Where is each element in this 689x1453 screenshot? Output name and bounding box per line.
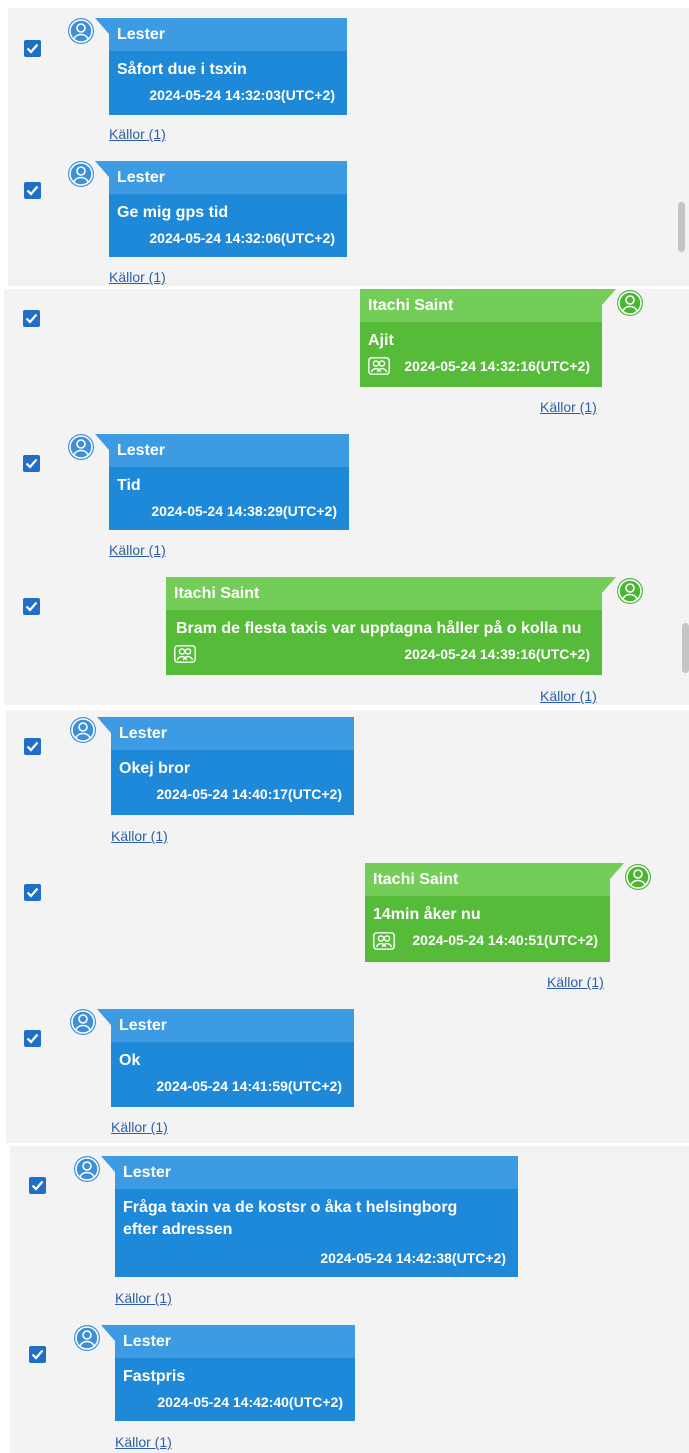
message-checkbox[interactable] (23, 310, 40, 327)
message-sender: Itachi Saint (360, 289, 616, 322)
user-avatar-icon (625, 864, 651, 890)
message-timestamp: 2024-05-24 14:42:38(UTC+2) (320, 1250, 506, 1266)
message-bubble: Lester Såfort due i tsxin 2024-05-24 14:… (95, 18, 347, 115)
message-sender: Lester (101, 1156, 518, 1189)
message-bubble: Lester Okej bror 2024-05-24 14:40:17(UTC… (97, 717, 354, 815)
message-sender: Lester (95, 18, 347, 51)
message-bubble: Lester Tid 2024-05-24 14:38:29(UTC+2) (95, 434, 349, 530)
sources-link[interactable]: Källor (1) (109, 542, 166, 558)
message-text: Tid (117, 477, 141, 494)
user-avatar-icon (68, 161, 94, 187)
user-avatar-icon (617, 290, 643, 316)
message-text: 14min åker nu (373, 906, 481, 923)
message-checkbox[interactable] (29, 1177, 46, 1194)
group-icon (368, 357, 390, 380)
message-text: Ge mig gps tid (117, 204, 229, 221)
message-text: Såfort due i tsxin (117, 61, 247, 78)
user-avatar-icon (74, 1156, 100, 1182)
message-sender: Itachi Saint (166, 577, 616, 610)
message-checkbox[interactable] (24, 738, 41, 755)
sources-link[interactable]: Källor (1) (111, 828, 168, 844)
group-icon (174, 645, 196, 668)
message-bubble: Lester Fråga taxin va de kostsr o åka t … (101, 1156, 518, 1277)
user-avatar-icon (74, 1325, 100, 1351)
message-text: Ajit (368, 332, 394, 349)
message-bubble: Itachi Saint 14min åker nu 2024-05-24 14… (365, 863, 624, 962)
message-checkbox[interactable] (24, 182, 41, 199)
message-checkbox[interactable] (23, 598, 40, 615)
scrollbar-thumb[interactable] (682, 623, 689, 673)
message-bubble: Lester Ge mig gps tid 2024-05-24 14:32:0… (95, 161, 347, 257)
sources-link[interactable]: Källor (1) (540, 399, 597, 415)
message-timestamp: 2024-05-24 14:32:16(UTC+2) (404, 358, 590, 374)
sources-link[interactable]: Källor (1) (109, 126, 166, 142)
message-bubble: Itachi Saint Ajit 2024-05-24 14:32:16(UT… (360, 289, 616, 387)
sources-link[interactable]: Källor (1) (115, 1290, 172, 1306)
message-text: Fastpris (123, 1368, 186, 1385)
message-timestamp: 2024-05-24 14:38:29(UTC+2) (151, 503, 337, 519)
group-icon (373, 932, 395, 955)
message-timestamp: 2024-05-24 14:39:16(UTC+2) (404, 646, 590, 662)
message-timestamp: 2024-05-24 14:42:40(UTC+2) (157, 1394, 343, 1410)
message-sender: Itachi Saint (365, 863, 624, 896)
sources-link[interactable]: Källor (1) (109, 269, 166, 285)
sources-link[interactable]: Källor (1) (115, 1434, 172, 1450)
message-checkbox[interactable] (29, 1346, 46, 1363)
scrollbar-thumb[interactable] (678, 202, 685, 252)
message-timestamp: 2024-05-24 14:32:06(UTC+2) (149, 230, 335, 246)
message-sender: Lester (95, 434, 349, 467)
message-text: Ok (119, 1052, 141, 1069)
message-timestamp: 2024-05-24 14:40:51(UTC+2) (412, 932, 598, 948)
user-avatar-icon (68, 18, 94, 44)
sources-link[interactable]: Källor (1) (547, 974, 604, 990)
message-checkbox[interactable] (24, 40, 41, 57)
message-bubble: Lester Fastpris 2024-05-24 14:42:40(UTC+… (101, 1325, 355, 1421)
message-text: Bram de flesta taxis var upptagna håller… (176, 620, 582, 637)
message-text: Fråga taxin va de kostsr o åka t helsing… (123, 1199, 458, 1238)
sources-link[interactable]: Källor (1) (540, 688, 597, 704)
message-timestamp: 2024-05-24 14:41:59(UTC+2) (156, 1078, 342, 1094)
sources-link[interactable]: Källor (1) (111, 1119, 168, 1135)
message-checkbox[interactable] (23, 455, 40, 472)
message-timestamp: 2024-05-24 14:40:17(UTC+2) (156, 786, 342, 802)
message-bubble: Itachi Saint Bram de flesta taxis var up… (166, 577, 616, 675)
message-bubble: Lester Ok 2024-05-24 14:41:59(UTC+2) (97, 1009, 354, 1107)
message-timestamp: 2024-05-24 14:32:03(UTC+2) (149, 87, 335, 103)
user-avatar-icon (68, 434, 94, 460)
message-sender: Lester (101, 1325, 355, 1358)
user-avatar-icon (617, 578, 643, 604)
message-sender: Lester (97, 717, 354, 750)
user-avatar-icon (70, 717, 96, 743)
message-checkbox[interactable] (24, 884, 41, 901)
user-avatar-icon (70, 1009, 96, 1035)
message-sender: Lester (97, 1009, 354, 1042)
message-sender: Lester (95, 161, 347, 194)
message-checkbox[interactable] (24, 1030, 41, 1047)
message-text: Okej bror (119, 760, 191, 777)
